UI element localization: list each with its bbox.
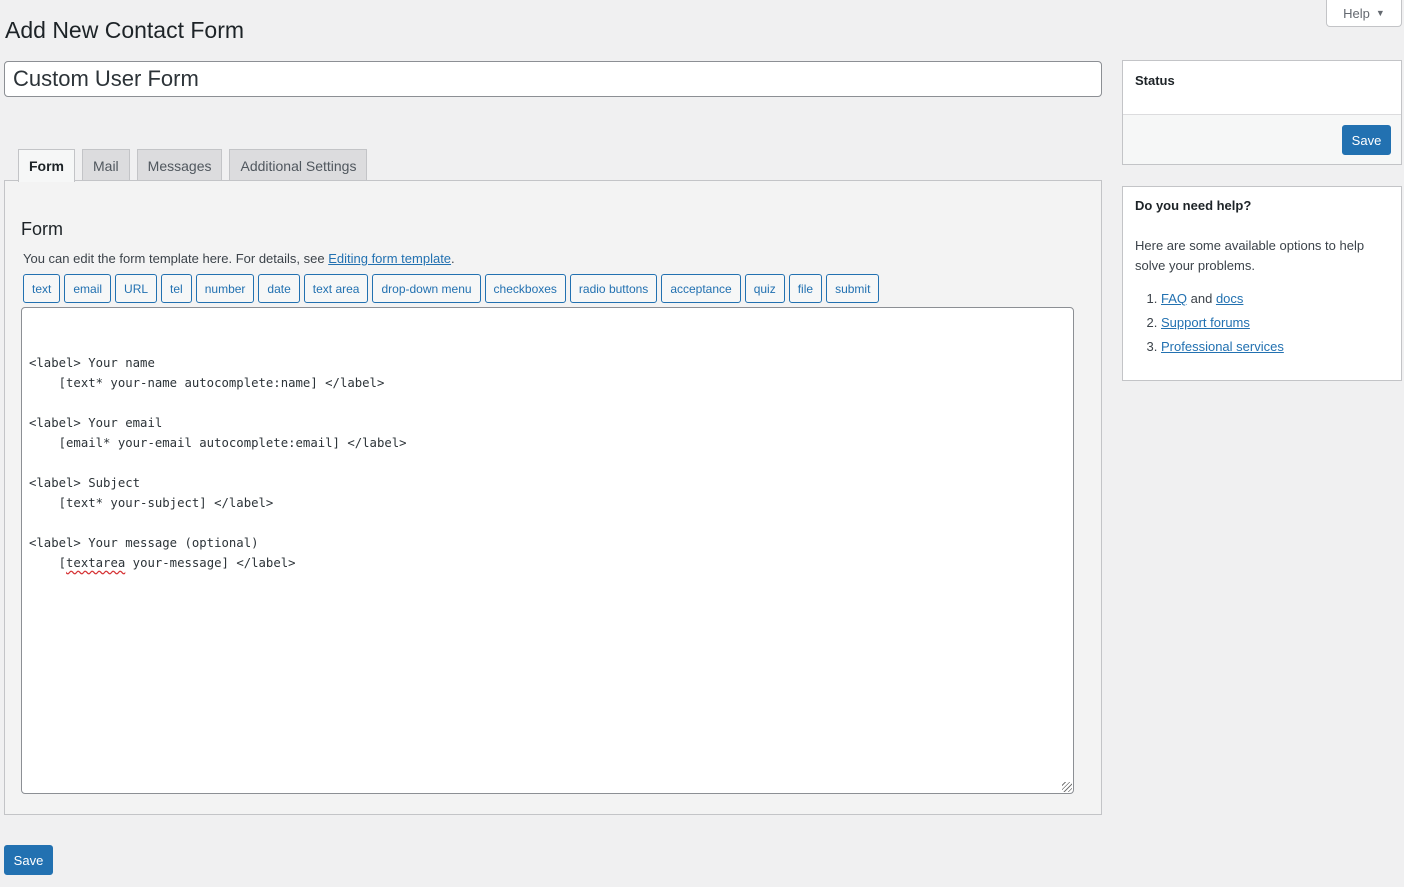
form-panel-heading: Form <box>21 219 63 239</box>
template-line: <label> Subject <box>29 476 141 490</box>
template-line <box>29 513 1066 533</box>
help-option-support: Support forums <box>1161 311 1284 335</box>
status-title: Status <box>1135 73 1175 88</box>
tag-button-acceptance[interactable]: acceptance <box>661 274 741 303</box>
resize-handle[interactable] <box>1062 782 1072 792</box>
status-save-button[interactable]: Save <box>1342 125 1391 155</box>
tag-button-dropdown[interactable]: drop-down menu <box>372 274 481 303</box>
tag-button-tel[interactable]: tel <box>161 274 192 303</box>
description-text: You can edit the form template here. For… <box>23 251 329 266</box>
template-line <box>29 393 1066 413</box>
and-text: and <box>1187 291 1216 306</box>
help-option-professional: Professional services <box>1161 335 1284 359</box>
description-suffix: . <box>451 251 455 266</box>
tab-messages[interactable]: Messages <box>136 149 223 181</box>
template-line: [text* your-name autocomplete:name] </la… <box>29 376 385 390</box>
spellcheck-underline: textarea <box>66 556 126 570</box>
tag-button-email[interactable]: email <box>64 274 112 303</box>
template-line: [textarea your-message] </label> <box>29 556 296 570</box>
help-tab-button[interactable]: Help ▼ <box>1326 0 1402 27</box>
form-title-input[interactable] <box>4 61 1102 97</box>
caret-down-icon: ▼ <box>1375 8 1385 18</box>
professional-services-link[interactable]: Professional services <box>1161 339 1284 354</box>
template-line: [email* your-email autocomplete:email] <… <box>29 436 407 450</box>
help-box: Do you need help? Here are some availabl… <box>1122 186 1402 381</box>
save-button[interactable]: Save <box>4 845 53 875</box>
tab-form[interactable]: Form <box>18 149 75 182</box>
tag-button-checkboxes[interactable]: checkboxes <box>484 274 566 303</box>
page-title: Add New Contact Form <box>5 17 245 43</box>
tag-button-radio[interactable]: radio buttons <box>569 274 658 303</box>
tab-additional-settings[interactable]: Additional Settings <box>229 149 368 181</box>
tag-button-url[interactable]: URL <box>115 274 158 303</box>
form-template-editor[interactable]: <label> Your name [text* your-name autoc… <box>21 307 1074 794</box>
tag-generator-buttons: text email URL tel number date text area… <box>23 274 880 303</box>
support-forums-link[interactable]: Support forums <box>1161 315 1250 330</box>
form-panel: Form You can edit the form template here… <box>4 180 1102 815</box>
help-option-faq-docs: FAQ and docs <box>1161 287 1284 311</box>
tag-button-text[interactable]: text <box>23 274 61 303</box>
template-line: <label> Your email <box>29 416 163 430</box>
help-label: Help <box>1343 5 1370 21</box>
status-box: Status Save <box>1122 60 1402 165</box>
tag-button-textarea[interactable]: text area <box>303 274 369 303</box>
template-line: [text* your-subject] </label> <box>29 496 274 510</box>
docs-link[interactable]: docs <box>1216 291 1243 306</box>
template-line <box>29 453 1066 473</box>
tag-button-number[interactable]: number <box>195 274 255 303</box>
template-line: <label> Your name <box>29 356 155 370</box>
help-box-title: Do you need help? <box>1135 198 1252 213</box>
tag-button-submit[interactable]: submit <box>826 274 880 303</box>
tab-mail[interactable]: Mail <box>82 149 130 181</box>
status-actions: Save <box>1123 114 1401 164</box>
tag-button-quiz[interactable]: quiz <box>744 274 785 303</box>
tag-button-file[interactable]: file <box>788 274 823 303</box>
editing-form-template-link[interactable]: Editing form template <box>328 251 451 266</box>
template-line: <label> Your message (optional) <box>29 536 259 550</box>
help-box-text: Here are some available options to help … <box>1135 238 1365 273</box>
tab-bar: Form Mail Messages Additional Settings <box>18 149 368 182</box>
form-description: You can edit the form template here. For… <box>23 251 455 266</box>
help-options-list: FAQ and docs Support forums Professional… <box>1135 287 1284 359</box>
faq-link[interactable]: FAQ <box>1161 291 1187 306</box>
tag-button-date[interactable]: date <box>258 274 300 303</box>
